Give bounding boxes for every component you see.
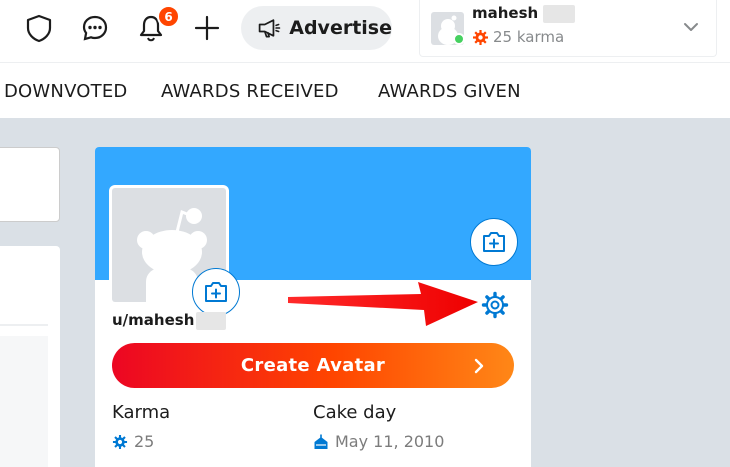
redacted-text	[543, 4, 576, 23]
karma-icon	[473, 29, 488, 45]
online-status-dot	[453, 33, 465, 45]
cake-day-label: Cake day	[313, 402, 397, 423]
divider	[0, 324, 48, 326]
left-inner-panel	[0, 336, 48, 467]
karma-label: Karma	[112, 402, 171, 423]
header-username: mahesh	[472, 4, 576, 23]
create-avatar-label: Create Avatar	[240, 355, 386, 376]
advertise-label: Advertise	[289, 17, 392, 39]
profile-username: u/mahesh	[112, 311, 227, 330]
create-avatar-button[interactable]: Create Avatar	[112, 343, 514, 388]
shield-icon	[26, 14, 52, 43]
camera-add-icon	[483, 232, 505, 252]
karma-icon	[112, 434, 128, 449]
mod-shield-button[interactable]	[21, 10, 57, 46]
header-karma: 25 karma	[472, 28, 564, 46]
avatar-upload-button[interactable]	[192, 268, 240, 316]
banner-upload-button[interactable]	[470, 218, 518, 266]
chevron-down-icon	[684, 23, 698, 31]
gear-icon	[481, 291, 509, 319]
tab-downvoted[interactable]: DOWNVOTED	[4, 81, 128, 102]
megaphone-icon	[258, 19, 281, 38]
top-header: 6 Advertise mahesh 25 karma	[0, 0, 730, 62]
chat-button[interactable]	[77, 10, 113, 46]
chat-icon	[82, 15, 108, 41]
redacted-text	[196, 311, 227, 330]
profile-settings-button[interactable]	[479, 289, 511, 321]
profile-tab-bar: DOWNVOTED AWARDS RECEIVED AWARDS GIVEN	[0, 62, 730, 118]
annotation-arrow	[288, 282, 478, 326]
cake-day-value: May 11, 2010	[313, 432, 444, 451]
notification-badge: 6	[157, 5, 180, 28]
left-card	[0, 147, 60, 222]
chevron-right-icon	[474, 358, 484, 374]
tab-awards-received[interactable]: AWARDS RECEIVED	[161, 81, 339, 102]
create-post-button[interactable]	[189, 10, 225, 46]
tab-awards-given[interactable]: AWARDS GIVEN	[378, 81, 521, 102]
user-dropdown[interactable]: mahesh 25 karma	[419, 0, 717, 57]
advertise-button[interactable]: Advertise	[241, 6, 392, 50]
plus-icon	[194, 15, 220, 41]
karma-value: 25	[112, 432, 154, 451]
camera-add-icon	[205, 282, 227, 302]
cake-icon	[314, 434, 328, 449]
